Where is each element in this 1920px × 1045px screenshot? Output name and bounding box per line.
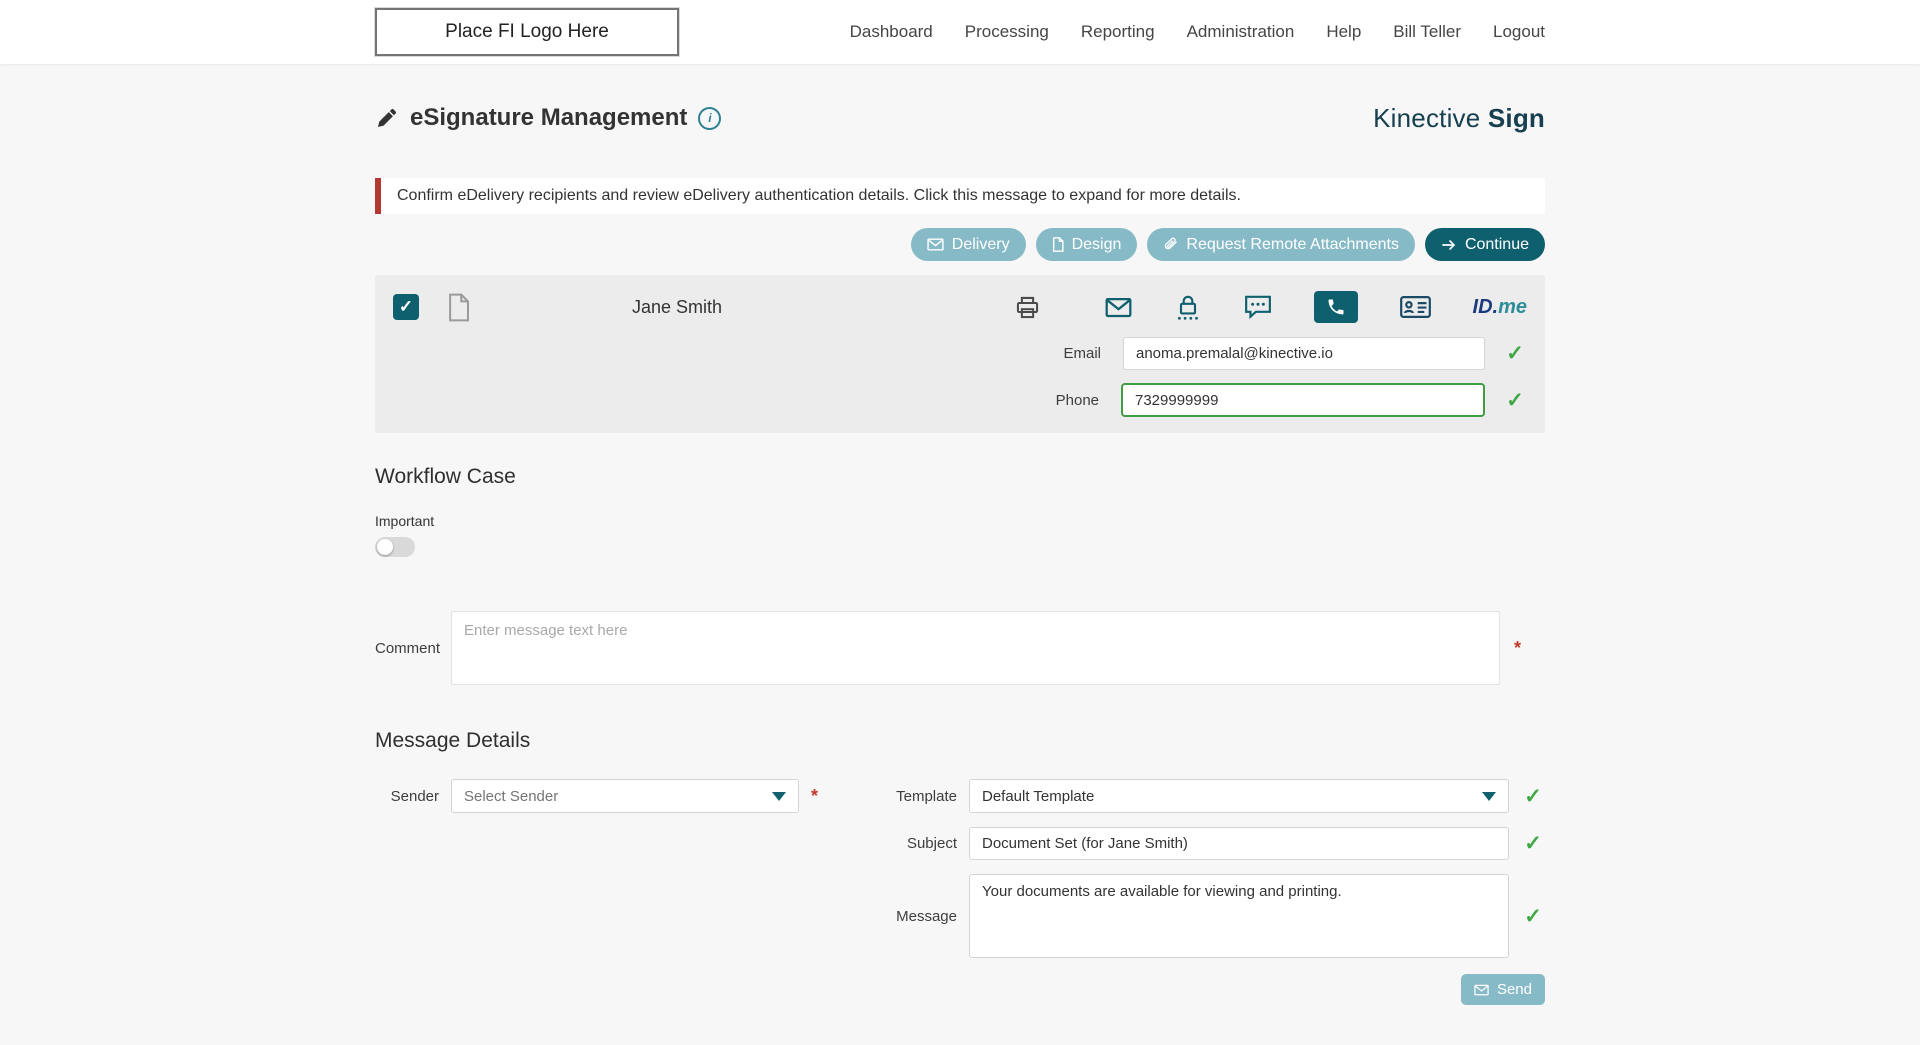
chevron-down-icon (772, 792, 786, 802)
email-input[interactable] (1123, 337, 1485, 371)
check-glyph: ✓ (398, 297, 414, 317)
email-method-icon[interactable] (1105, 297, 1132, 318)
id-card-method-icon[interactable] (1399, 296, 1431, 319)
paperclip-icon (1163, 237, 1178, 252)
message-label: Message (896, 907, 957, 925)
toggle-knob (377, 539, 393, 556)
continue-button[interactable]: Continue (1424, 228, 1545, 262)
chevron-down-icon (1482, 792, 1496, 802)
message-valid-check-icon: ✓ (1524, 904, 1542, 928)
sms-method-icon[interactable] (1244, 294, 1272, 320)
nav-reporting[interactable]: Reporting (1081, 22, 1155, 42)
nav-bill-teller[interactable]: Bill Teller (1393, 22, 1461, 42)
sender-label: Sender (390, 787, 439, 805)
edelivery-alert-banner[interactable]: Confirm eDelivery recipients and review … (375, 178, 1545, 215)
envelope-icon (1474, 984, 1489, 996)
comment-required-marker: * (1514, 637, 1522, 658)
subject-input[interactable] (969, 827, 1509, 861)
template-select[interactable]: Default Template (969, 779, 1509, 814)
delivery-button[interactable]: Delivery (910, 228, 1026, 262)
recipient-name: Jane Smith (632, 296, 723, 317)
design-button[interactable]: Design (1035, 228, 1138, 262)
phone-valid-check-icon: ✓ (1506, 388, 1524, 412)
top-navigation-bar: Place FI Logo Here Dashboard Processing … (0, 0, 1920, 64)
phone-method-icon-selected[interactable] (1313, 291, 1358, 324)
arrow-right-icon (1441, 237, 1457, 253)
document-icon (1052, 237, 1064, 252)
delivery-method-icons: ID.me (1014, 291, 1527, 324)
email-label: Email (1063, 345, 1101, 363)
recipient-document-icon[interactable] (447, 293, 470, 322)
message-details-form: Sender Select Sender * Template Default … (375, 779, 1545, 959)
email-field-row: Email ✓ (393, 337, 1527, 371)
main-nav: Dashboard Processing Reporting Administr… (850, 22, 1545, 42)
recipient-row: ✓ Jane Smith ID.me (393, 287, 1527, 327)
page-title: eSignature Management (410, 104, 688, 132)
subject-valid-check-icon: ✓ (1524, 832, 1542, 856)
password-method-icon[interactable] (1174, 293, 1202, 321)
nav-help[interactable]: Help (1326, 22, 1361, 42)
brand-product: Sign (1487, 102, 1545, 133)
recipient-card: ✓ Jane Smith ID.me Email anoma.premalal@… (375, 275, 1545, 434)
send-button[interactable]: Send (1460, 974, 1545, 1006)
sender-required-marker: * (811, 785, 819, 806)
idme-method-icon[interactable]: ID.me (1473, 296, 1527, 319)
template-label: Template (896, 787, 957, 805)
comment-textarea[interactable] (451, 611, 1500, 686)
phone-input[interactable] (1121, 383, 1485, 418)
nav-logout[interactable]: Logout (1493, 22, 1545, 42)
nav-processing[interactable]: Processing (965, 22, 1049, 42)
template-valid-check-icon: ✓ (1524, 784, 1542, 808)
request-remote-attachments-button[interactable]: Request Remote Attachments (1147, 228, 1415, 262)
pen-icon (375, 106, 399, 130)
important-toggle[interactable] (375, 537, 415, 558)
message-textarea[interactable]: Your documents are available for viewing… (969, 874, 1509, 959)
kinective-sign-logo: Kinective Sign (1373, 103, 1545, 134)
comment-label: Comment (375, 639, 441, 657)
fi-logo-text: Place FI Logo Here (445, 21, 609, 42)
important-label: Important (375, 513, 435, 530)
print-method-icon[interactable] (1014, 294, 1041, 321)
info-icon[interactable]: i (698, 106, 722, 130)
email-valid-check-icon: ✓ (1506, 342, 1524, 366)
phone-field-row: Phone ✓ (393, 383, 1527, 418)
action-toolbar: Delivery Design Request Remote Attachmen… (375, 228, 1545, 262)
nav-administration[interactable]: Administration (1187, 22, 1295, 42)
recipient-checkbox[interactable]: ✓ (393, 294, 419, 321)
envelope-icon (927, 238, 944, 251)
main-content: eSignature Management i Kinective Sign C… (375, 88, 1545, 1045)
send-row: Send (375, 974, 1545, 1045)
subject-label: Subject (906, 835, 957, 853)
nav-dashboard[interactable]: Dashboard (850, 22, 933, 42)
fi-logo-placeholder: Place FI Logo Here (374, 7, 680, 57)
message-details-heading: Message Details (375, 729, 531, 753)
phone-label: Phone (1055, 391, 1099, 409)
page-head: eSignature Management i Kinective Sign (375, 88, 1545, 148)
workflow-case-heading: Workflow Case (375, 465, 516, 489)
sender-select[interactable]: Select Sender (451, 779, 799, 814)
brand-name: Kinective (1373, 102, 1481, 133)
comment-row: Comment * (375, 611, 1545, 686)
